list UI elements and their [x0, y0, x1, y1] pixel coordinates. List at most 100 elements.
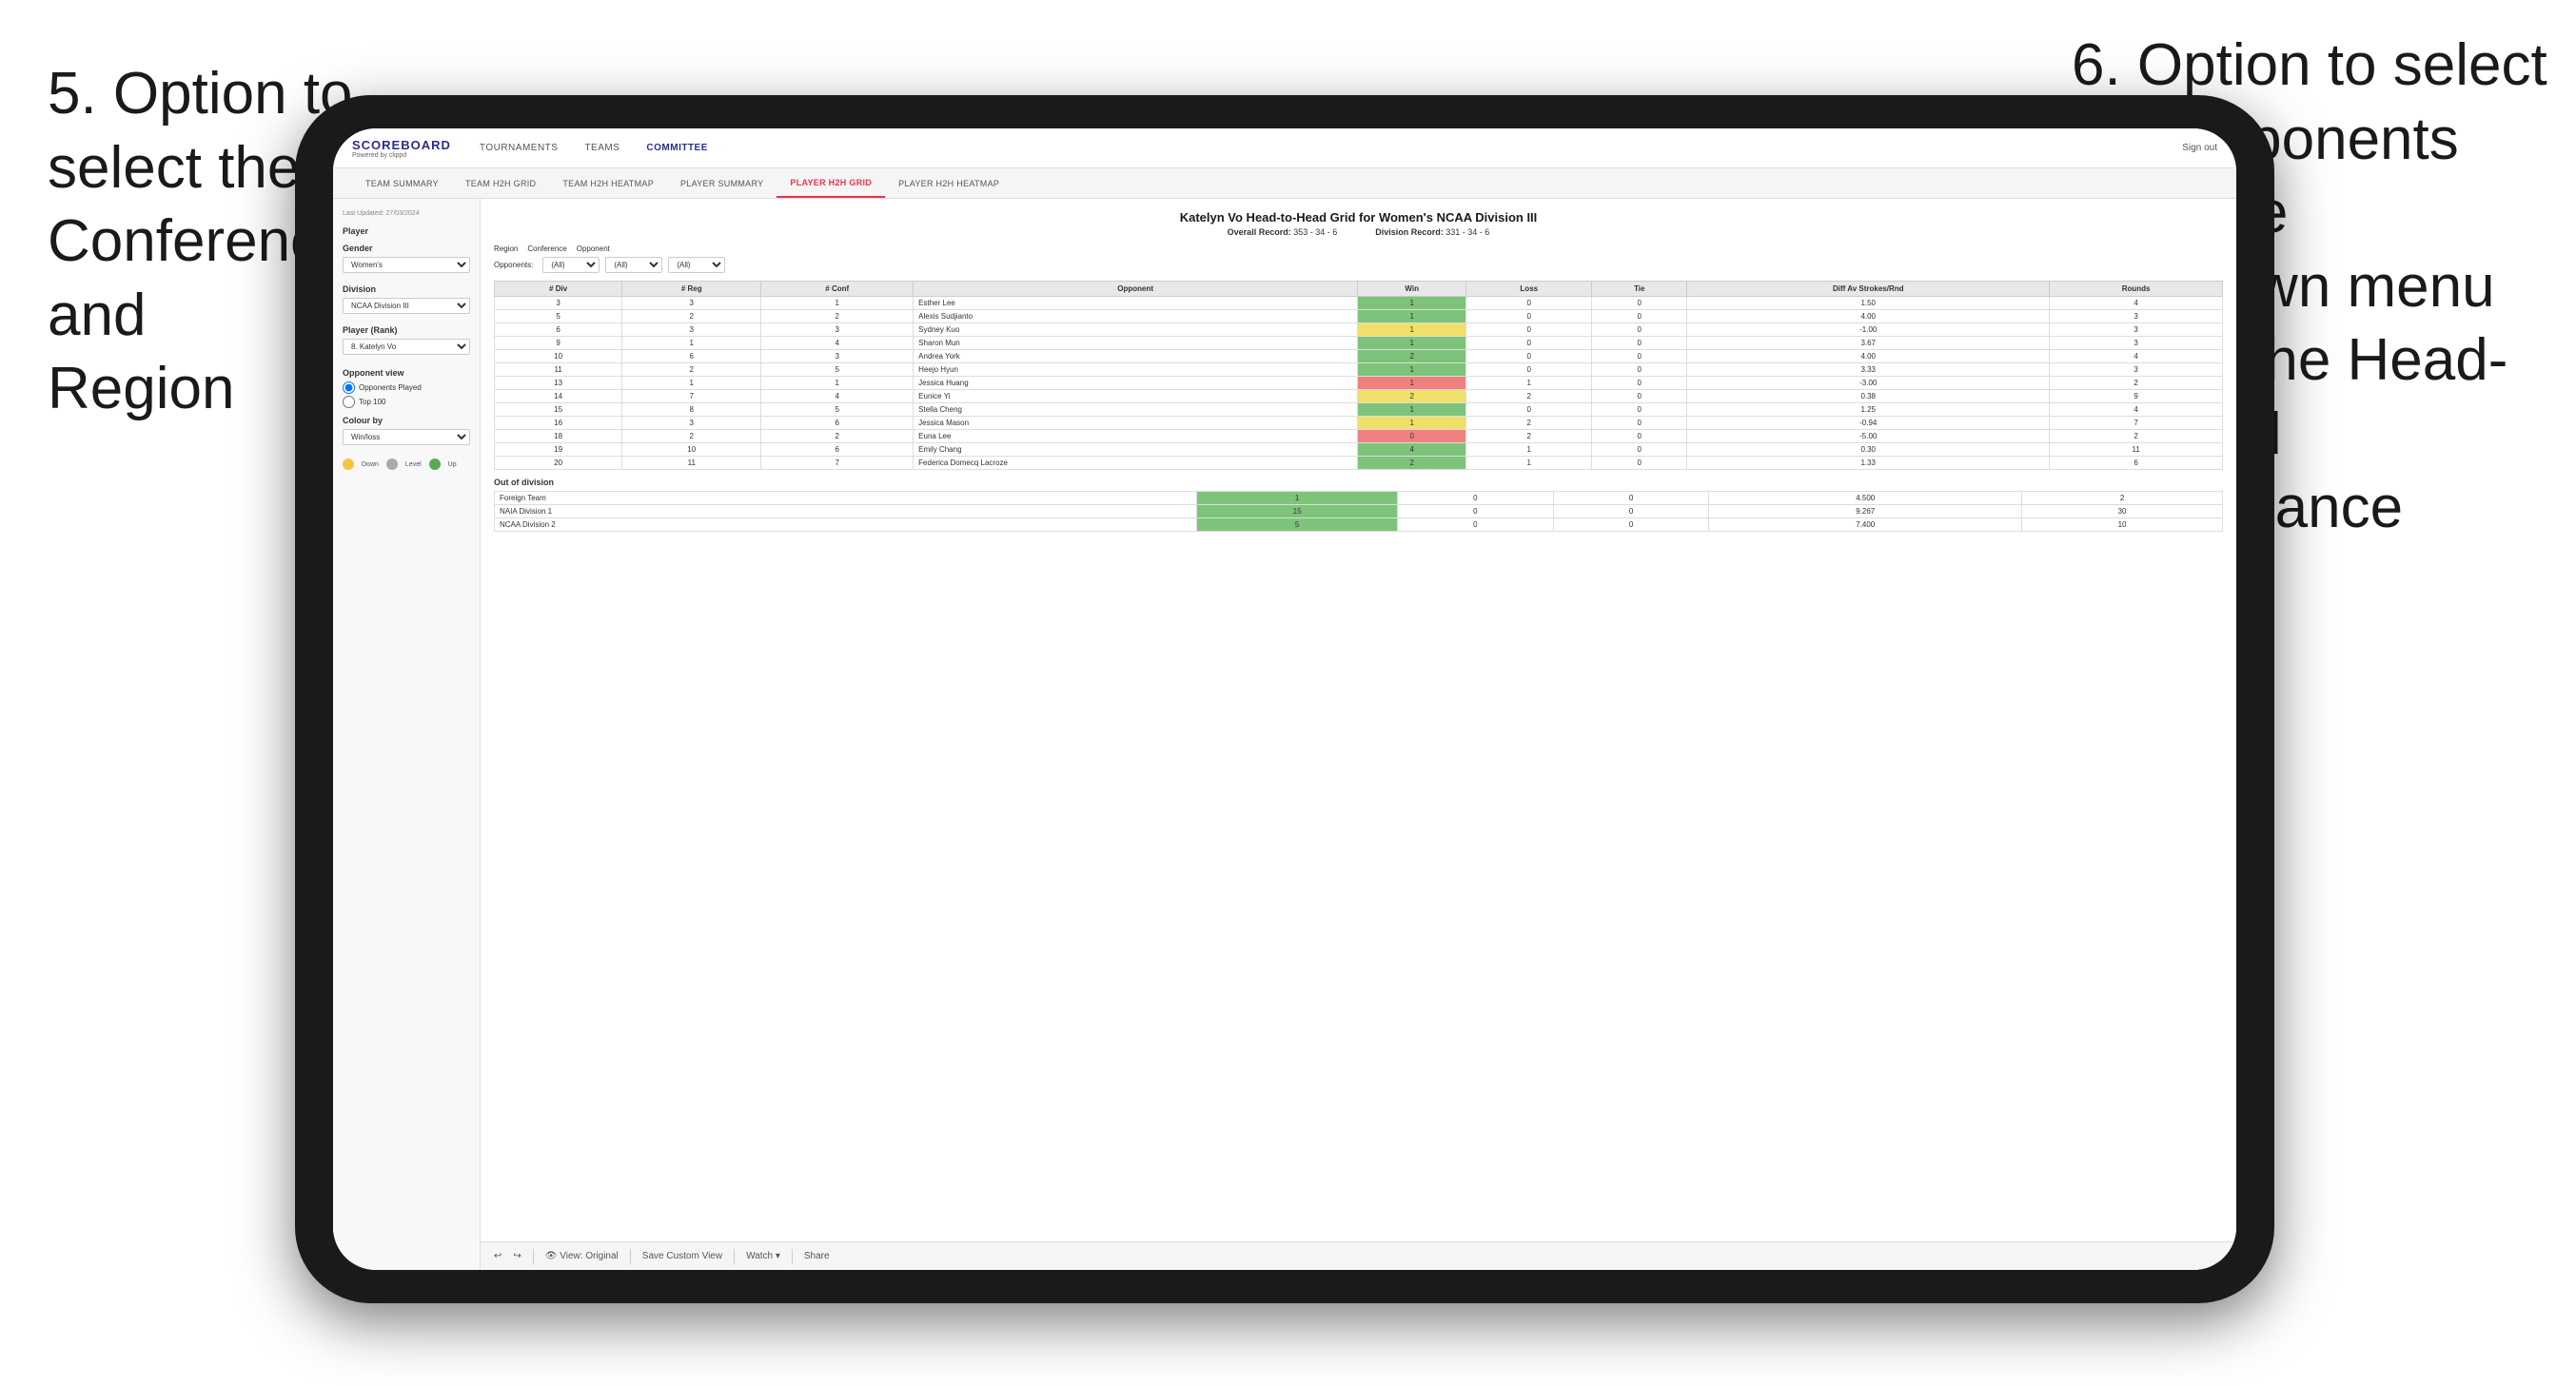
out-cell-diff: 7.400: [1709, 518, 2022, 532]
cell-win: 1: [1358, 377, 1466, 390]
conference-select[interactable]: (All): [605, 257, 662, 273]
record-row: Overall Record: 353 - 34 - 6 Division Re…: [494, 227, 2223, 237]
region-filter: Region: [494, 244, 518, 253]
cell-conf: 6: [761, 417, 914, 430]
table-row: 9 1 4 Sharon Mun 1 0 0 3.67 3: [495, 337, 2223, 350]
table-row: 13 1 1 Jessica Huang 1 1 0 -3.00 2: [495, 377, 2223, 390]
watch-btn[interactable]: Watch ▾: [746, 1251, 780, 1261]
share-btn[interactable]: Share: [804, 1251, 830, 1261]
cell-diff: -1.00: [1687, 323, 2050, 337]
opponent-view-label: Opponent view: [343, 368, 470, 378]
sub-nav-player-h2h-grid[interactable]: PLAYER H2H GRID: [777, 168, 885, 198]
cell-opponent: Heejo Hyun: [914, 363, 1358, 377]
cell-loss: 0: [1466, 323, 1592, 337]
division-select[interactable]: NCAA Division III: [343, 298, 470, 314]
cell-reg: 6: [622, 350, 761, 363]
cell-conf: 1: [761, 377, 914, 390]
cell-conf: 3: [761, 350, 914, 363]
sub-nav-team-h2h-heatmap[interactable]: TEAM H2H HEATMAP: [549, 168, 667, 198]
redo-btn[interactable]: ↪: [513, 1251, 521, 1261]
cell-div: 9: [495, 337, 622, 350]
top-nav: SCOREBOARD Powered by clippd TOURNAMENTS…: [333, 128, 2236, 168]
main-table-body: 3 3 1 Esther Lee 1 0 0 1.50 4 5 2 2 Alex…: [495, 297, 2223, 470]
toolbar-divider-4: [792, 1249, 793, 1264]
opponent-select[interactable]: (All): [668, 257, 725, 273]
cell-opponent: Sharon Mun: [914, 337, 1358, 350]
cell-opponent: Andrea York: [914, 350, 1358, 363]
sub-nav-player-summary[interactable]: PLAYER SUMMARY: [667, 168, 777, 198]
colour-by-select[interactable]: Win/loss: [343, 429, 470, 445]
sub-nav-team-h2h-grid[interactable]: TEAM H2H GRID: [452, 168, 549, 198]
cell-div: 14: [495, 390, 622, 403]
cell-tie: 0: [1592, 363, 1687, 377]
player-rank-select[interactable]: 8. Katelyn Vo: [343, 339, 470, 355]
cell-tie: 0: [1592, 377, 1687, 390]
cell-diff: 4.00: [1687, 350, 2050, 363]
table-row: 16 3 6 Jessica Mason 1 2 0 -0.94 7: [495, 417, 2223, 430]
cell-div: 5: [495, 310, 622, 323]
cell-opponent: Jessica Huang: [914, 377, 1358, 390]
cell-win: 2: [1358, 457, 1466, 470]
cell-reg: 2: [622, 363, 761, 377]
gender-select[interactable]: Women's: [343, 257, 470, 273]
region-select[interactable]: (All): [542, 257, 600, 273]
cell-conf: 7: [761, 457, 914, 470]
cell-loss: 0: [1466, 310, 1592, 323]
cell-loss: 2: [1466, 390, 1592, 403]
cell-tie: 0: [1592, 350, 1687, 363]
dot-down: [343, 459, 354, 470]
out-cell-win: 1: [1197, 492, 1398, 505]
dot-level: [386, 459, 398, 470]
colour-dots: Down Level Up: [343, 459, 470, 470]
sub-nav-team-summary[interactable]: TEAM SUMMARY: [352, 168, 452, 198]
cell-div: 15: [495, 403, 622, 417]
cell-tie: 0: [1592, 337, 1687, 350]
sub-nav-player-h2h-heatmap[interactable]: PLAYER H2H HEATMAP: [885, 168, 1013, 198]
logo-area: SCOREBOARD Powered by clippd: [352, 138, 451, 159]
cell-loss: 1: [1466, 377, 1592, 390]
cell-win: 1: [1358, 337, 1466, 350]
logo-text: SCOREBOARD: [352, 138, 451, 152]
filter-row: Region Conference Opponent: [494, 244, 2223, 253]
table-row: 5 2 2 Alexis Sudjianto 1 0 0 4.00 3: [495, 310, 2223, 323]
cell-win: 1: [1358, 297, 1466, 310]
nav-tournaments[interactable]: TOURNAMENTS: [480, 139, 559, 157]
table-row: 18 2 2 Euna Lee 0 2 0 -5.00 2: [495, 430, 2223, 443]
cell-tie: 0: [1592, 390, 1687, 403]
cell-reg: 3: [622, 297, 761, 310]
cell-opponent: Stella Cheng: [914, 403, 1358, 417]
undo-btn[interactable]: ↩: [494, 1251, 501, 1261]
main-title: Katelyn Vo Head-to-Head Grid for Women's…: [494, 210, 2223, 224]
cell-conf: 6: [761, 443, 914, 457]
view-original-btn[interactable]: 👁 View: Original: [545, 1251, 619, 1261]
cell-win: 1: [1358, 323, 1466, 337]
sign-out-link[interactable]: Sign out: [2182, 143, 2217, 153]
out-cell-rounds: 2: [2022, 492, 2223, 505]
nav-committee[interactable]: COMMITTEE: [646, 139, 708, 157]
cell-tie: 0: [1592, 457, 1687, 470]
title-area: Katelyn Vo Head-to-Head Grid for Women's…: [494, 210, 2223, 237]
cell-loss: 0: [1466, 297, 1592, 310]
nav-teams[interactable]: TEAMS: [584, 139, 619, 157]
sidebar-gender-label: Gender: [343, 244, 470, 253]
cell-win: 4: [1358, 443, 1466, 457]
save-custom-btn[interactable]: Save Custom View: [642, 1251, 722, 1261]
cell-diff: 0.30: [1687, 443, 2050, 457]
cell-rounds: 4: [2050, 297, 2223, 310]
out-of-division-title: Out of division: [494, 478, 2223, 487]
opponents-played-option[interactable]: Opponents Played: [343, 381, 470, 394]
cell-loss: 1: [1466, 443, 1592, 457]
cell-opponent: Esther Lee: [914, 297, 1358, 310]
top-100-option[interactable]: Top 100: [343, 396, 470, 408]
cell-reg: 2: [622, 310, 761, 323]
cell-loss: 0: [1466, 350, 1592, 363]
out-table-row: NCAA Division 2 5 0 0 7.400 10: [495, 518, 2223, 532]
cell-rounds: 2: [2050, 377, 2223, 390]
cell-opponent: Federica Domecq Lacroze: [914, 457, 1358, 470]
cell-div: 6: [495, 323, 622, 337]
main-content: Last Updated: 27/03/2024 Player Gender W…: [333, 199, 2236, 1270]
cell-diff: -5.00: [1687, 430, 2050, 443]
conference-filter: Conference: [527, 244, 566, 253]
cell-rounds: 4: [2050, 350, 2223, 363]
cell-tie: 0: [1592, 323, 1687, 337]
